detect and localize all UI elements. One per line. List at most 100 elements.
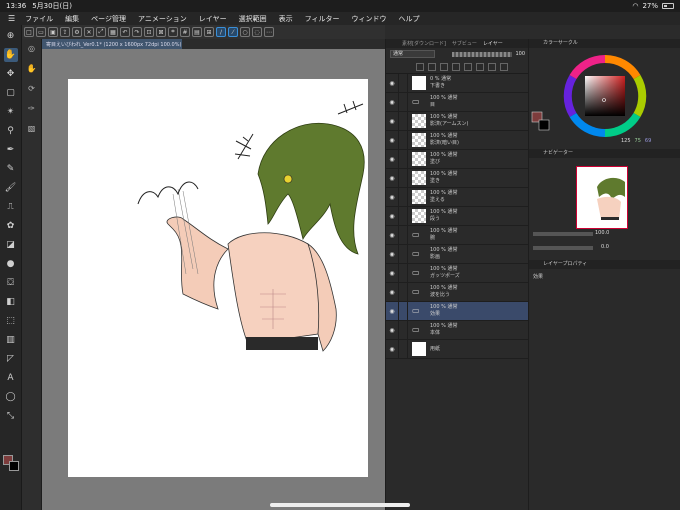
grid-icon[interactable]: # xyxy=(180,27,190,37)
layer-row[interactable]: ◉ ▭ 100 % 通常腕 xyxy=(386,226,528,245)
new-icon[interactable]: □ xyxy=(24,27,34,37)
fill-icon[interactable]: ▦ xyxy=(108,27,118,37)
layer-row[interactable]: ◉ ▭ 100 % 通常 ガッツポーズ xyxy=(386,264,528,283)
brush-icon[interactable]: 🖌 xyxy=(4,181,18,195)
eye-icon[interactable]: ◉ xyxy=(386,232,398,239)
zoom-slider[interactable] xyxy=(533,232,593,236)
undo-icon[interactable]: ↶ xyxy=(120,27,130,37)
blend-icon[interactable]: ● xyxy=(4,257,18,271)
snap-icon[interactable]: ⊞ xyxy=(204,27,214,37)
layer-lock-cell[interactable] xyxy=(398,74,408,92)
home-indicator[interactable] xyxy=(270,503,410,507)
tab-layer[interactable]: レイヤー xyxy=(483,40,503,47)
menu-view[interactable]: 表示 xyxy=(273,14,299,24)
rotate-icon[interactable]: ⟳ xyxy=(26,82,38,94)
select-rect-icon[interactable]: ▢ xyxy=(4,86,18,100)
stroke2-icon[interactable]: ⁄ xyxy=(228,27,238,37)
eye-icon[interactable]: ◉ xyxy=(386,308,398,315)
text-icon[interactable]: A xyxy=(4,371,18,385)
layer-lock-cell[interactable] xyxy=(398,321,408,339)
canvas-page[interactable] xyxy=(68,79,368,477)
eye-icon[interactable]: ◉ xyxy=(386,346,398,353)
layer-lock-cell[interactable] xyxy=(398,226,408,244)
layer-row[interactable]: ◉ 100 % 通常 塗き xyxy=(386,169,528,188)
correct-line-icon[interactable]: ⤡ xyxy=(4,409,18,423)
eyedropper-icon[interactable]: ⚲ xyxy=(4,124,18,138)
menu-help[interactable]: ヘルプ xyxy=(392,14,425,24)
airbrush-icon[interactable]: ⎍ xyxy=(4,200,18,214)
hand-icon[interactable]: ✋ xyxy=(3,48,18,62)
rotation-slider[interactable] xyxy=(533,246,593,250)
eye-icon[interactable]: ◉ xyxy=(386,175,398,182)
move-icon[interactable]: ✥ xyxy=(4,67,18,81)
layer-lock-cell[interactable] xyxy=(398,93,408,111)
zoom-icon[interactable]: ⊕ xyxy=(4,29,18,43)
reference-icon[interactable] xyxy=(428,62,436,71)
decoration-icon[interactable]: ✿ xyxy=(4,219,18,233)
gradient-icon[interactable]: ◧ xyxy=(4,295,18,309)
crop-icon[interactable]: ⌗ xyxy=(168,27,178,37)
hand-sub-icon[interactable]: ✋ xyxy=(26,62,38,74)
lasso-icon[interactable]: ○ xyxy=(240,27,250,37)
transform-icon[interactable]: ⤢ xyxy=(96,27,106,37)
clip-icon[interactable] xyxy=(416,62,424,71)
navigator[interactable]: 100.0 0.0 xyxy=(529,158,680,260)
layer-lock-cell[interactable] xyxy=(398,169,408,187)
target-icon[interactable]: ◎ xyxy=(26,42,38,54)
pen-icon[interactable]: ✒ xyxy=(4,143,18,157)
shape-icon[interactable]: ⬚ xyxy=(4,314,18,328)
layer-row[interactable]: ◉ ▭ 100 % 通常 効果 xyxy=(386,302,528,321)
layer-row[interactable]: ◉ ▭ 100 % 通常 影画 xyxy=(386,245,528,264)
layer-row[interactable]: ◉ 100 % 通常 影済(暗い目) xyxy=(386,131,528,150)
ruler-layer-icon[interactable] xyxy=(488,62,496,71)
hamburger-icon[interactable]: ☰ xyxy=(4,14,19,23)
layer-lock-cell[interactable] xyxy=(398,112,408,130)
eye-icon[interactable]: ◉ xyxy=(386,99,398,106)
fill-bucket-icon[interactable]: ⛋ xyxy=(4,276,18,290)
eye-icon[interactable]: ◉ xyxy=(386,194,398,201)
layer-row[interactable]: ◉ 0 % 通常 下書き xyxy=(386,74,528,93)
layer-row[interactable]: ◉ 100 % 通常 塗える xyxy=(386,188,528,207)
sub-color-swatch[interactable] xyxy=(9,461,19,471)
layer-lock-cell[interactable] xyxy=(398,302,408,320)
layer-row[interactable]: ◉ ▭ 100 % 通常目 xyxy=(386,93,528,112)
layer-row[interactable]: ◉ 用紙 xyxy=(386,340,528,359)
ruler-tool-icon[interactable]: ◸ xyxy=(4,352,18,366)
frame-icon[interactable]: ▥ xyxy=(4,333,18,347)
eye-icon[interactable]: ◉ xyxy=(386,251,398,258)
more-icon[interactable]: ⋯ xyxy=(264,27,274,37)
export-icon[interactable]: ⇪ xyxy=(60,27,70,37)
layer-lock-cell[interactable] xyxy=(398,264,408,282)
paint-icon[interactable]: ✑ xyxy=(26,102,38,114)
magic-wand-icon[interactable]: ✴ xyxy=(4,105,18,119)
opacity-slider[interactable] xyxy=(452,51,513,57)
invert-icon[interactable]: ⊠ xyxy=(156,27,166,37)
eye-icon[interactable]: ◉ xyxy=(386,156,398,163)
color-icon[interactable] xyxy=(476,62,484,71)
speech-icon[interactable]: ◌ xyxy=(252,27,262,37)
layer-row[interactable]: ◉ 100 % 通常 段う xyxy=(386,207,528,226)
color-wheel[interactable] xyxy=(529,48,680,149)
tab-materials[interactable]: 素材[ダウンロード] xyxy=(402,40,446,47)
clear-icon[interactable]: ✕ xyxy=(84,27,94,37)
eye-icon[interactable]: ◉ xyxy=(386,213,398,220)
navigator-thumbnail[interactable] xyxy=(576,166,628,229)
eye-icon[interactable]: ◉ xyxy=(386,289,398,296)
eye-icon[interactable]: ◉ xyxy=(386,327,398,334)
layer-lock-cell[interactable] xyxy=(398,245,408,263)
eraser-icon[interactable]: ◪ xyxy=(4,238,18,252)
stroke-icon[interactable]: ∕ xyxy=(216,27,226,37)
eye-icon[interactable]: ◉ xyxy=(386,80,398,87)
document-tab[interactable]: 寄目えいびわれ_Ver0.1* (1200 x 1600px 72dpi 100… xyxy=(42,39,182,49)
layer-row[interactable]: ◉ 100 % 通常 塗び xyxy=(386,150,528,169)
open-icon[interactable]: ▭ xyxy=(36,27,46,37)
menu-filter[interactable]: フィルター xyxy=(299,14,346,24)
menu-layer[interactable]: レイヤー xyxy=(193,14,233,24)
deselect-icon[interactable]: ⊡ xyxy=(144,27,154,37)
ruler-icon[interactable]: ▤ xyxy=(192,27,202,37)
menu-file[interactable]: ファイル xyxy=(19,14,59,24)
canvas-area[interactable] xyxy=(42,49,385,510)
balloon-icon[interactable]: ◯ xyxy=(4,390,18,404)
tab-subview[interactable]: サブビュー xyxy=(452,40,477,47)
menu-page[interactable]: ページ管理 xyxy=(85,14,132,24)
